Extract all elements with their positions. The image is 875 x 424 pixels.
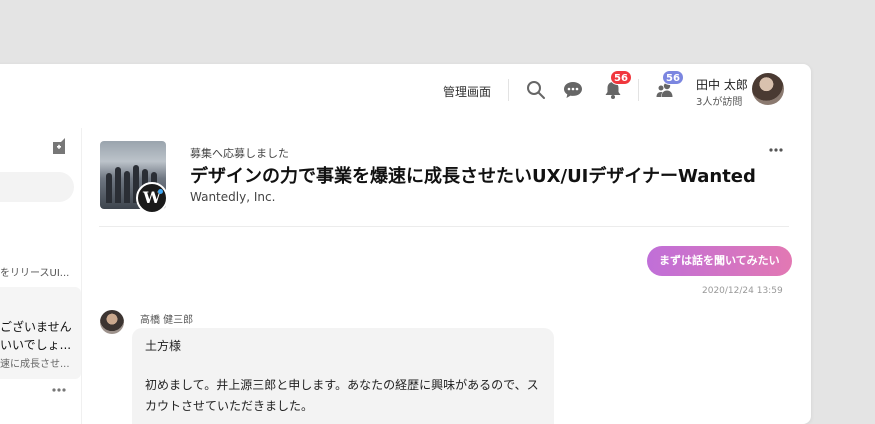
admin-link[interactable]: 管理画面 — [443, 83, 491, 100]
message-text: カウトさせていただきました。 — [145, 399, 314, 413]
list-item-preview[interactable]: をリリースUI... — [0, 264, 69, 279]
company-name[interactable]: Wantedly, Inc. — [190, 190, 275, 204]
header-divider — [638, 79, 639, 101]
applied-status: 募集へ応募しました — [190, 147, 289, 160]
panel-divider — [81, 128, 82, 424]
search-icon[interactable] — [525, 79, 547, 101]
header-divider — [508, 79, 509, 101]
visitor-count[interactable]: 3人が訪問 — [696, 93, 742, 108]
list-item-subtext: 速に成長させ... — [0, 359, 70, 370]
notifications-badge: 56 — [610, 70, 632, 85]
search-input[interactable] — [0, 172, 74, 202]
messages-window: 管理画面 56 56 田中 太郎 3人が訪問 をリリースUI... ございません… — [0, 64, 811, 424]
my-message-bubble: まずは話を聞いてみたい — [647, 246, 792, 276]
more-icon[interactable] — [769, 148, 783, 152]
avatar[interactable] — [100, 310, 124, 334]
chat-icon[interactable] — [562, 79, 584, 101]
list-item-text: ございません — [0, 320, 72, 334]
avatar[interactable] — [752, 73, 784, 105]
message-text: 初めまして。井上源三郎と申します。あなたの経歴に興味があるので、ス — [145, 378, 539, 392]
message-text: 土方様 — [145, 339, 182, 353]
sender-name: 高橋 健三郎 — [140, 315, 194, 326]
job-title[interactable]: デザインの力で事業を爆速に成長させたいUX/UIデザイナーWanted — [190, 162, 756, 188]
compose-icon[interactable] — [52, 137, 66, 155]
requests-badge: 56 — [662, 70, 684, 85]
user-name[interactable]: 田中 太郎 — [696, 76, 748, 93]
divider — [99, 226, 789, 227]
company-logo[interactable]: W — [136, 182, 168, 214]
more-icon[interactable] — [52, 388, 66, 392]
list-item-text: いいでしょ... — [0, 338, 72, 352]
message-timestamp: 2020/12/24 13:59 — [702, 286, 783, 296]
